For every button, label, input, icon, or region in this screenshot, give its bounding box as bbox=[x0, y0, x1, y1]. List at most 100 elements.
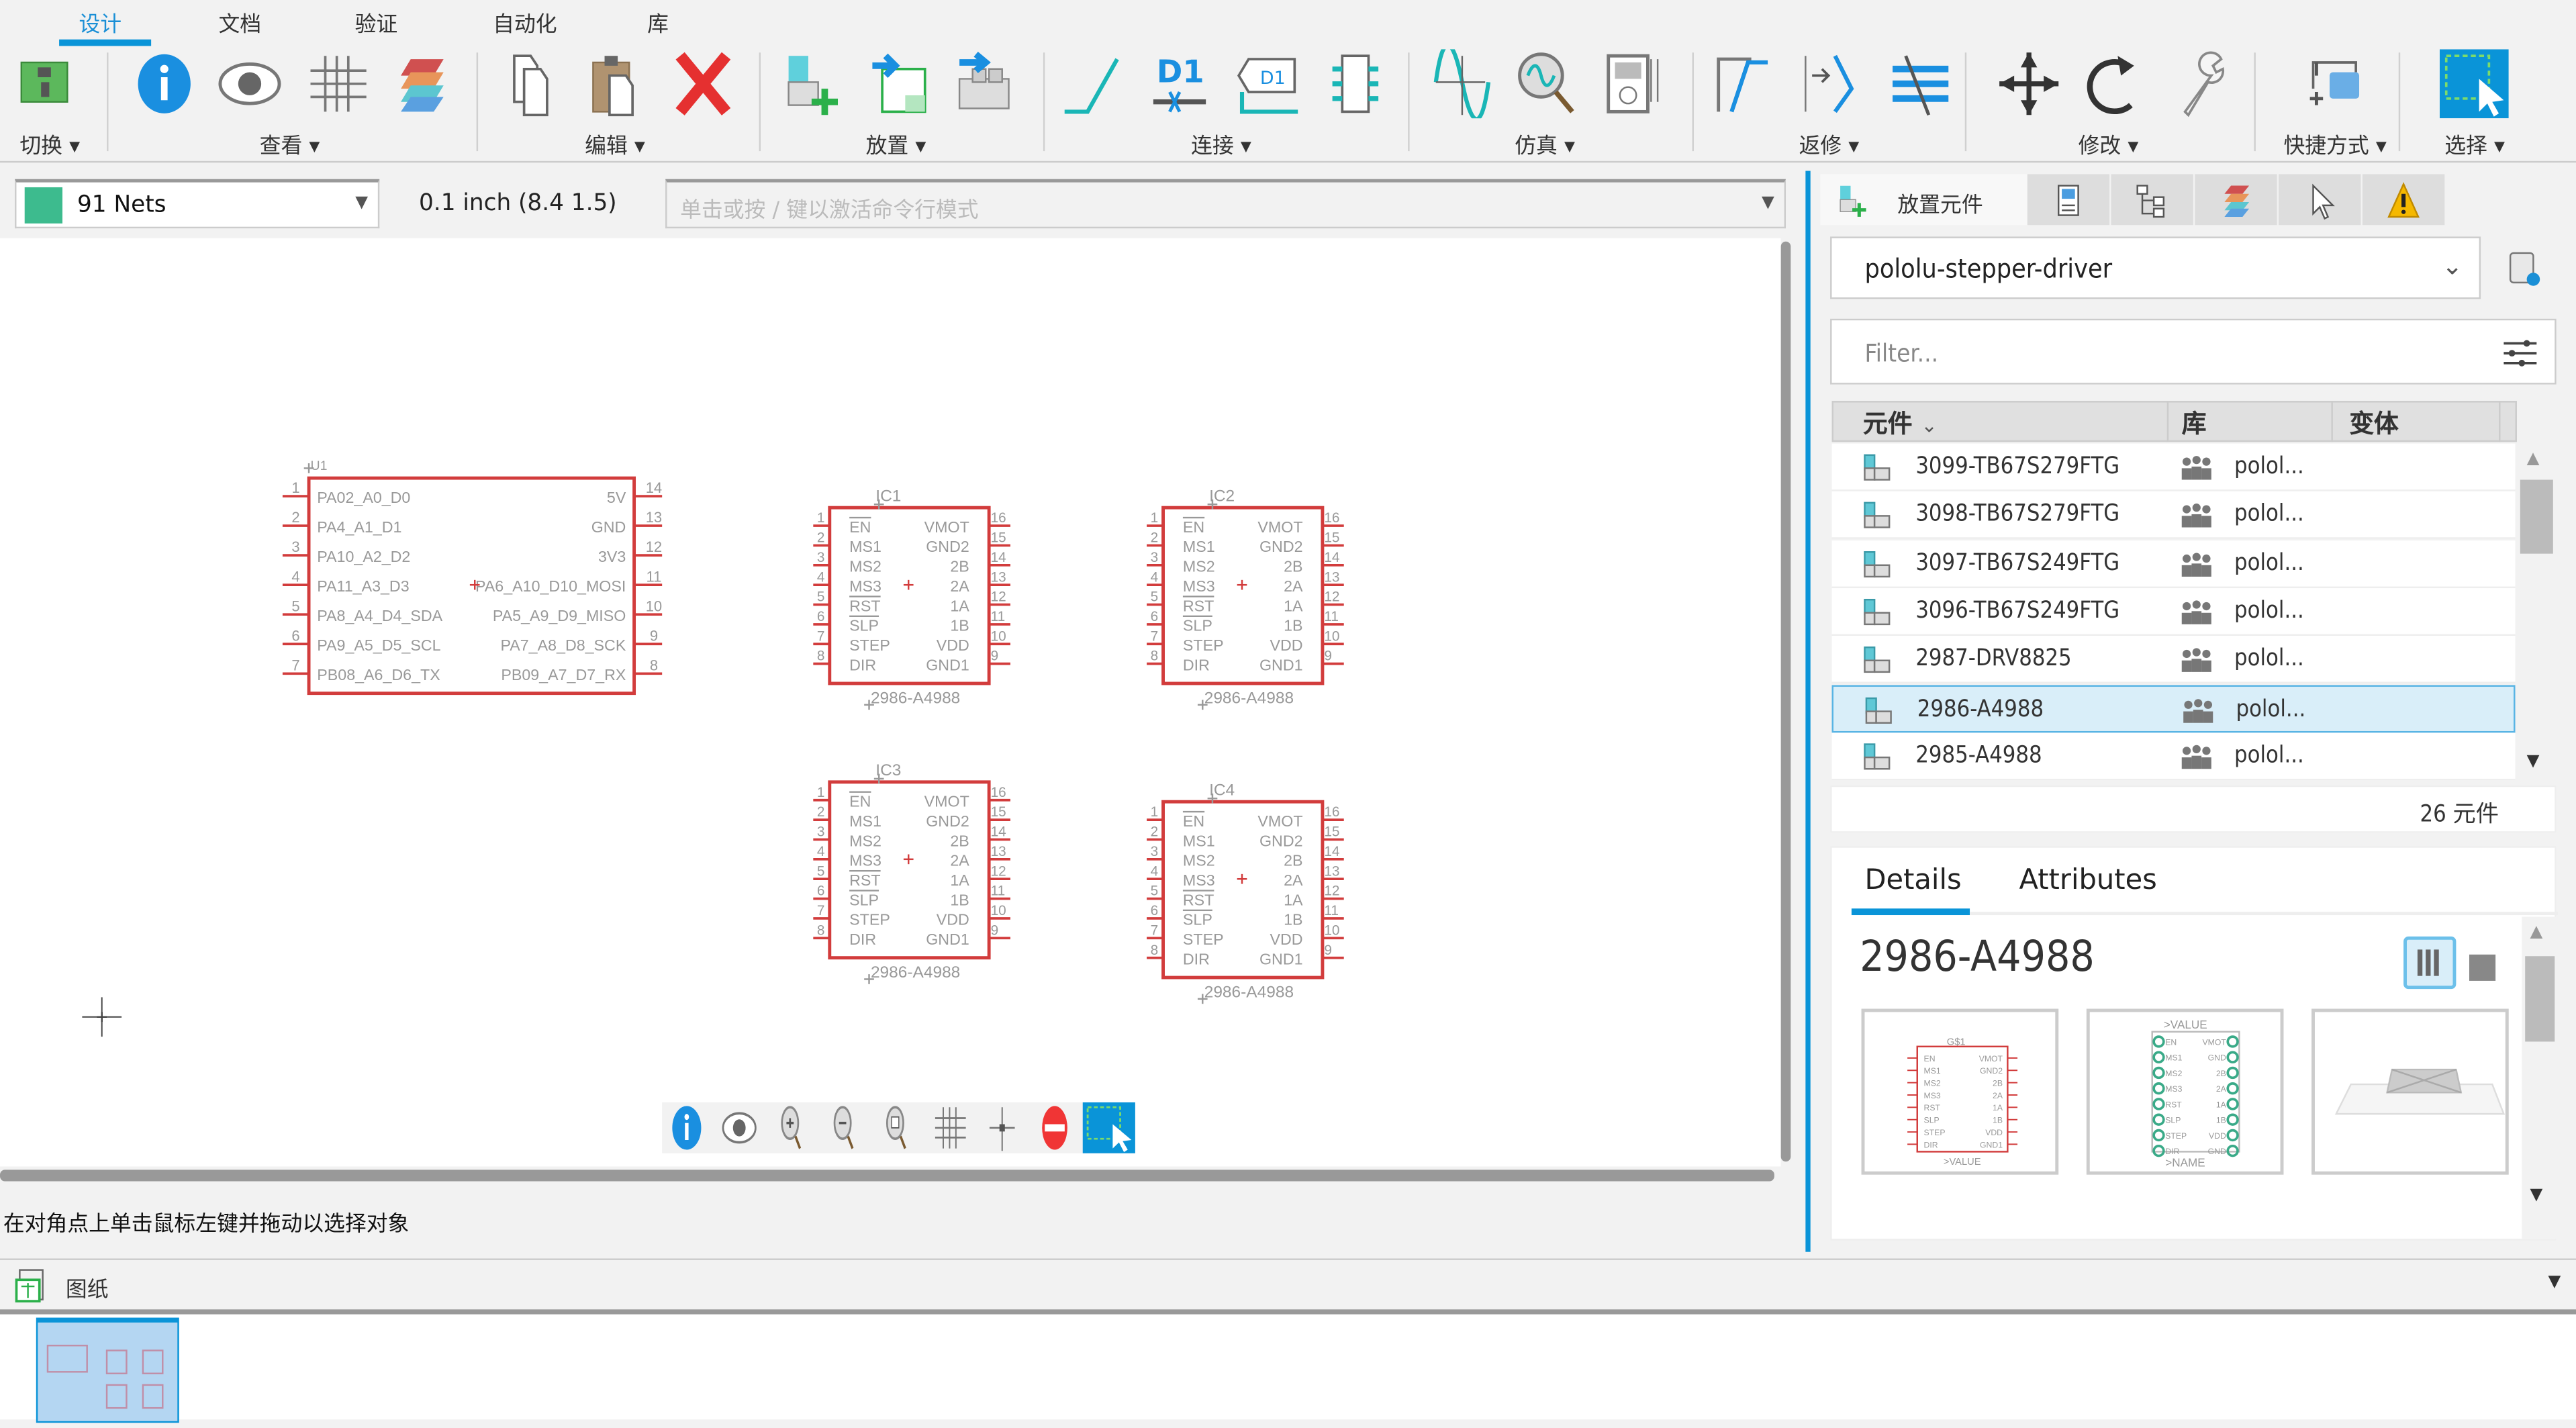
zoom-in-icon[interactable] bbox=[774, 1102, 810, 1153]
select-icon[interactable] bbox=[1082, 1102, 1135, 1153]
rotate-icon[interactable] bbox=[2081, 49, 2150, 118]
stop-icon[interactable] bbox=[1037, 1102, 1073, 1153]
table-row[interactable]: 3099-TB67S279FTG polol... bbox=[1831, 443, 2516, 491]
pin-label: PA6_A10_D10_MOSI bbox=[475, 577, 626, 595]
multimeter-icon[interactable] bbox=[1602, 49, 1671, 118]
copy-icon[interactable] bbox=[501, 49, 570, 118]
ribbon-group-label[interactable]: 连接 ▾ bbox=[1191, 128, 1251, 160]
tab-1[interactable]: 文档 bbox=[218, 7, 261, 38]
info-icon[interactable] bbox=[132, 49, 201, 118]
tab-0[interactable]: 设计 bbox=[79, 7, 122, 38]
ribbon-group-label[interactable]: 返修 ▾ bbox=[1799, 128, 1860, 160]
table-row[interactable]: 2986-A4988 polol... bbox=[1831, 684, 2516, 732]
panel-tab-tree[interactable] bbox=[2111, 174, 2193, 226]
tab-details[interactable]: Details bbox=[1864, 864, 1961, 897]
ribbon-group-label[interactable]: 切换 ▾ bbox=[19, 128, 80, 160]
ribbon-group-label[interactable]: 选择 ▾ bbox=[2444, 128, 2505, 160]
layers-icon[interactable] bbox=[391, 49, 460, 118]
label-icon[interactable]: D1 bbox=[1235, 49, 1304, 118]
probe-icon[interactable] bbox=[1515, 49, 1584, 118]
pin-label: PB09_A7_D7_RX bbox=[501, 666, 626, 683]
miter-icon[interactable] bbox=[1712, 49, 1781, 118]
ribbon-group-label[interactable]: 仿真 ▾ bbox=[1515, 128, 1575, 160]
shortcut-icon[interactable] bbox=[2300, 49, 2369, 118]
grid-icon[interactable] bbox=[304, 49, 373, 118]
chevron-down-icon[interactable]: ▼ bbox=[2548, 1274, 2561, 1292]
select-icon[interactable] bbox=[2439, 49, 2509, 119]
pin-number: 6 bbox=[291, 627, 299, 644]
zoom-fit-icon[interactable] bbox=[879, 1102, 915, 1153]
info-icon[interactable] bbox=[669, 1102, 705, 1153]
tab-attributes[interactable]: Attributes bbox=[2019, 864, 2156, 897]
symbol-preview[interactable]: G$1 EN MS1 MS2 MS3 RST SLP STEP DIR VMOT GND2 2B 2A 1… bbox=[1861, 1008, 2059, 1175]
place-sheet-icon[interactable] bbox=[866, 49, 935, 118]
filter-input[interactable]: Filter... bbox=[1830, 318, 2557, 385]
bus-icon[interactable] bbox=[1323, 49, 1392, 118]
table-row[interactable]: 3098-TB67S279FTG polol... bbox=[1831, 491, 2516, 540]
grid-icon[interactable] bbox=[932, 1102, 968, 1153]
pin-number: 8 bbox=[1151, 649, 1159, 664]
net-class-dropdown[interactable]: 91 Nets ▼ bbox=[15, 179, 380, 229]
paste-icon[interactable] bbox=[583, 49, 653, 118]
place-module-icon[interactable] bbox=[953, 49, 1022, 118]
pin-label: MS2 bbox=[849, 558, 881, 575]
table-row[interactable]: 2985-A4988 polol... bbox=[1831, 732, 2516, 780]
table-header: 元件 ⌄ 库 变体 bbox=[1831, 401, 2517, 442]
tab-3[interactable]: 自动化 bbox=[493, 7, 557, 38]
command-line-input[interactable]: 单击或按 / 键以激活命令行模式 ▼ bbox=[665, 179, 1786, 229]
footprint-preview[interactable]: >VALUE EN VMOT MS1 GND MS2 2B MS3 2A RST 1A SLP 1B ST… bbox=[2086, 1008, 2284, 1175]
view-columns-button[interactable] bbox=[2403, 936, 2456, 990]
group-separator bbox=[1964, 52, 1967, 152]
column-header-part[interactable]: 元件 ⌄ bbox=[1863, 406, 1938, 440]
pin-label: GND1 bbox=[1259, 656, 1303, 673]
details-scrollbar[interactable]: ▲ ▼ bbox=[2522, 916, 2559, 1239]
zoom-out-icon[interactable] bbox=[826, 1102, 863, 1153]
view-single-button[interactable] bbox=[2469, 954, 2496, 981]
sheets-bar[interactable]: 图纸 ▼ bbox=[0, 1260, 2576, 1309]
filter-settings-icon[interactable] bbox=[2502, 335, 2538, 368]
horizontal-scrollbar[interactable] bbox=[0, 1170, 1774, 1182]
tab-4[interactable]: 库 bbox=[647, 7, 669, 38]
ribbon-group-label[interactable]: 快捷方式 ▾ bbox=[2283, 128, 2386, 160]
add-part-icon[interactable] bbox=[779, 49, 848, 118]
name-icon[interactable]: D1 bbox=[1147, 49, 1216, 118]
library-dropdown[interactable]: pololu-stepper-driver ⌄ bbox=[1830, 236, 2481, 299]
library-settings-icon[interactable] bbox=[2507, 250, 2543, 289]
sheet-thumbnail[interactable] bbox=[36, 1317, 179, 1423]
simulate-icon[interactable] bbox=[1429, 49, 1498, 119]
panel-tab-warning[interactable] bbox=[2362, 174, 2445, 226]
table-scrollbar[interactable]: ▲ ▼ bbox=[2518, 443, 2555, 782]
split-icon[interactable] bbox=[1799, 49, 1868, 118]
move-icon[interactable] bbox=[1996, 49, 2065, 118]
column-header-variant[interactable]: 变体 bbox=[2349, 406, 2398, 440]
ribbon-group-label[interactable]: 编辑 ▾ bbox=[585, 128, 645, 160]
pin-number: 10 bbox=[991, 903, 1006, 918]
chevron-down-icon: ⌄ bbox=[2442, 251, 2463, 281]
tab-2[interactable]: 验证 bbox=[355, 7, 398, 38]
eye-icon[interactable] bbox=[721, 1102, 757, 1153]
net-icon[interactable] bbox=[1061, 49, 1131, 118]
column-header-library[interactable]: 库 bbox=[2182, 406, 2207, 440]
group-separator bbox=[1692, 52, 1694, 152]
ribbon-group-label[interactable]: 查看 ▾ bbox=[260, 128, 320, 160]
eye-icon[interactable] bbox=[217, 49, 286, 118]
group-separator bbox=[1043, 52, 1045, 152]
crosshair-icon[interactable] bbox=[984, 1102, 1020, 1153]
panel-tab-layers[interactable] bbox=[2195, 174, 2277, 226]
board-switch-icon[interactable] bbox=[13, 49, 83, 118]
panel-tab-properties[interactable] bbox=[2027, 174, 2110, 226]
vertical-scrollbar[interactable] bbox=[1780, 238, 1795, 1167]
panel-tab-place-part[interactable]: 放置元件 bbox=[1820, 174, 2028, 226]
part-name: 3097-TB67S249FTG bbox=[1915, 549, 2120, 576]
table-row[interactable]: 2987-DRV8825 polol... bbox=[1831, 636, 2516, 684]
wrench-icon[interactable] bbox=[2168, 49, 2238, 118]
panel-tab-pointer[interactable] bbox=[2279, 174, 2361, 226]
table-row[interactable]: 3096-TB67S249FTG polol... bbox=[1831, 587, 2516, 636]
delete-icon[interactable] bbox=[670, 49, 739, 118]
3d-package-preview[interactable] bbox=[2311, 1008, 2509, 1175]
ribbon-group-label[interactable]: 修改 ▾ bbox=[2079, 128, 2139, 160]
ripup-icon[interactable] bbox=[1886, 49, 1955, 118]
ribbon-group-label[interactable]: 放置 ▾ bbox=[866, 128, 926, 160]
table-row[interactable]: 3097-TB67S249FTG polol... bbox=[1831, 540, 2516, 588]
schematic-canvas[interactable]: U1 1 PA02_A0_D0 2 PA4_A1_D1 3 PA10_A2_D2 4 PA11_… bbox=[0, 238, 1781, 1167]
